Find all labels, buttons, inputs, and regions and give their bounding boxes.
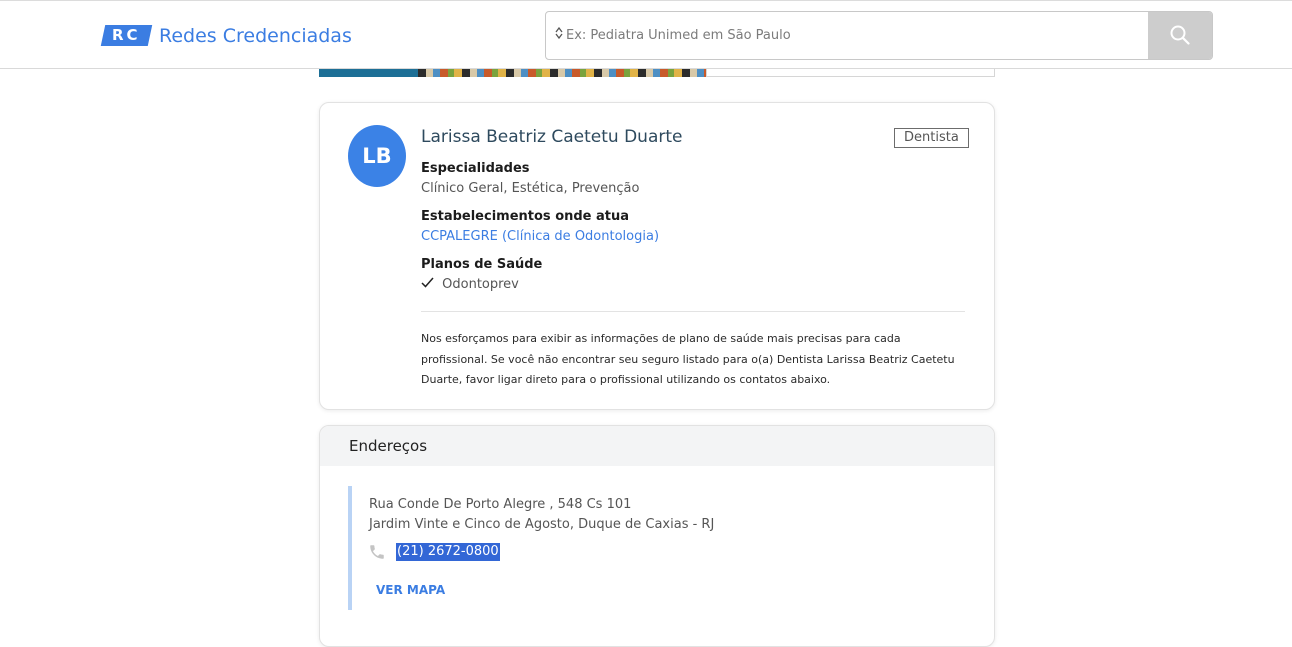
- avatar: LB: [348, 125, 406, 187]
- banner-panel: [706, 68, 995, 77]
- address-neighborhood: Jardim Vinte e Cinco de Agosto, Duque de…: [369, 517, 715, 532]
- search-button[interactable]: [1148, 12, 1212, 59]
- specialties-heading: Especialidades: [421, 161, 530, 176]
- logo-badge[interactable]: RC: [100, 25, 153, 46]
- divider: [421, 311, 965, 312]
- profession-badge: Dentista: [894, 128, 969, 148]
- phone-number[interactable]: (21) 2672-0800: [396, 543, 500, 561]
- plan-item: Odontoprev: [421, 277, 519, 292]
- sort-arrows-icon: [555, 26, 563, 41]
- banner-image-left: [319, 68, 418, 77]
- specialties-value: Clínico Geral, Estética, Prevenção: [421, 181, 640, 196]
- phone-icon: [368, 543, 388, 561]
- plan-name: Odontoprev: [442, 277, 519, 292]
- addresses-card: Endereços Rua Conde De Porto Alegre , 54…: [319, 425, 995, 647]
- establishments-heading: Estabelecimentos onde atua: [421, 209, 630, 224]
- checkmark-icon: [421, 277, 438, 292]
- address-accent-bar: [348, 486, 352, 610]
- banner-image: [418, 68, 706, 77]
- search-input[interactable]: [566, 12, 1146, 59]
- addresses-header: Endereços: [320, 426, 994, 466]
- plan-disclaimer: Nos esforçamos para exibir as informaçõe…: [421, 332, 955, 386]
- view-map-link[interactable]: VER MAPA: [376, 583, 445, 597]
- search-bar: [545, 11, 1213, 60]
- brand-name[interactable]: Redes Credenciadas: [159, 23, 352, 49]
- establishment-link[interactable]: CCPALEGRE (Clínica de Odontologia): [421, 229, 659, 244]
- address-street: Rua Conde De Porto Alegre , 548 Cs 101: [369, 497, 632, 512]
- plans-heading: Planos de Saúde: [421, 257, 543, 272]
- search-icon: [1170, 25, 1190, 45]
- professional-name: Larissa Beatriz Caetetu Duarte: [421, 127, 683, 147]
- site-header: RC Redes Credenciadas: [0, 1, 1292, 69]
- professional-card: LB Larissa Beatriz Caetetu Duarte Dentis…: [319, 102, 995, 410]
- addresses-title: Endereços: [349, 437, 428, 455]
